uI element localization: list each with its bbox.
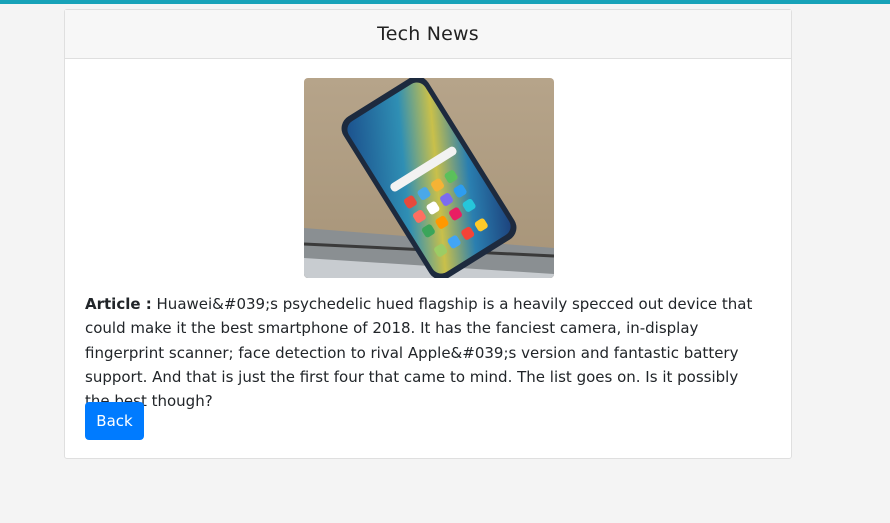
news-card: Tech News Article: Huawei&#039;s psyche… (64, 9, 792, 459)
article-image (304, 78, 554, 278)
article-body: Huawei&#039;s psychedelic hued flagship … (85, 295, 753, 411)
card-header: Tech News (65, 10, 791, 59)
article-label: Article : (85, 295, 152, 313)
card-title: Tech News (377, 23, 479, 45)
back-button[interactable]: Back (85, 402, 144, 440)
top-accent-bar (0, 0, 890, 4)
article-text: Article : Huawei&#039;s psychedelic hued… (85, 292, 755, 413)
